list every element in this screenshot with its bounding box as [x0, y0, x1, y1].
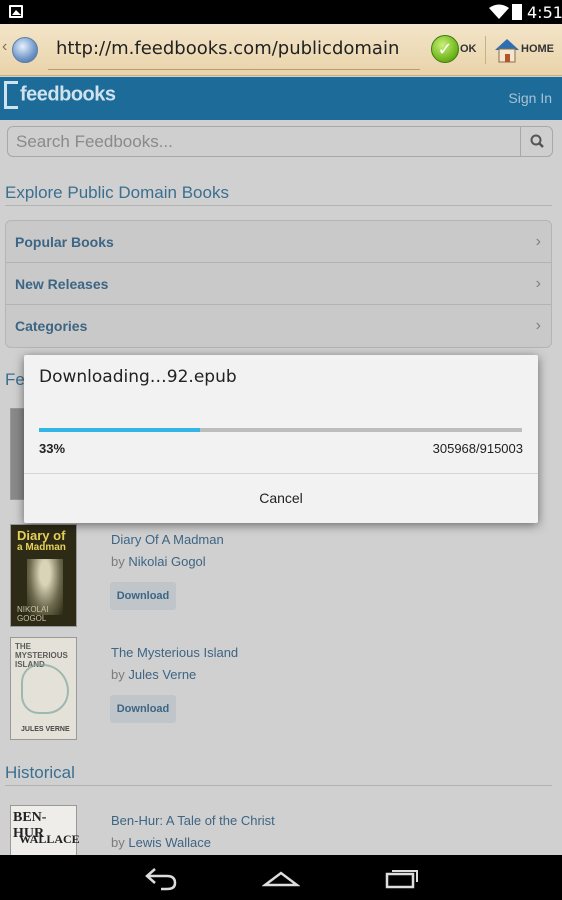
home-icon — [495, 39, 519, 63]
browser-toolbar: ‹ http://m.feedbooks.com/publicdomain ✓ … — [0, 24, 562, 76]
progress-count: 305968/915003 — [432, 441, 523, 456]
ok-button-label: OK — [460, 43, 477, 55]
book-title[interactable]: The Mysterious Island — [111, 645, 238, 660]
search-button[interactable] — [520, 127, 552, 156]
site-header: feedbooks Sign In — [0, 77, 562, 120]
book-author: by Lewis Wallace — [111, 835, 211, 850]
download-button[interactable]: Download — [110, 582, 176, 610]
cover-illustration — [21, 664, 69, 714]
search-bar: Search Feedbooks... — [7, 126, 553, 157]
url-field[interactable]: http://m.feedbooks.com/publicdomain — [48, 32, 420, 70]
nav-item-label: New Releases — [15, 276, 109, 292]
section-divider — [5, 785, 552, 786]
home-button[interactable]: HOME — [490, 34, 560, 66]
chevron-right-icon: › — [535, 317, 541, 334]
feedbooks-logo[interactable]: feedbooks — [4, 81, 116, 115]
chevron-right-icon: › — [535, 233, 541, 250]
book-item: THE MYSTERIOUS ISLAND JULES VERNE The My… — [0, 637, 562, 747]
nav-item-label: Popular Books — [15, 234, 114, 250]
back-arrow-icon[interactable]: ‹ — [2, 38, 7, 56]
book-cover[interactable]: Diary of a Madman NIKOLAI GOGOL — [10, 524, 77, 627]
chevron-right-icon: › — [535, 275, 541, 292]
section-title-explore: Explore Public Domain Books — [5, 183, 229, 202]
download-progress-dialog: Downloading…92.epub 33% 305968/915003 Ca… — [24, 355, 538, 523]
nav-item-popular-books[interactable]: Popular Books › — [6, 221, 551, 263]
search-icon — [530, 134, 544, 148]
nav-item-new-releases[interactable]: New Releases › — [6, 263, 551, 305]
search-input[interactable]: Search Feedbooks... — [16, 132, 173, 152]
home-nav-icon[interactable] — [262, 863, 300, 891]
section-divider — [5, 205, 552, 206]
toolbar-divider — [485, 36, 486, 64]
book-author: by Jules Verne — [111, 667, 197, 682]
status-bar: 4:51 — [0, 0, 562, 24]
download-button[interactable]: Download — [110, 695, 176, 723]
progress-bar — [39, 428, 522, 432]
dialog-title: Downloading…92.epub — [39, 367, 237, 387]
book-cover[interactable]: THE MYSTERIOUS ISLAND JULES VERNE — [10, 637, 77, 740]
battery-icon — [512, 4, 522, 20]
category-nav-list: Popular Books › New Releases › Categorie… — [5, 220, 552, 348]
book-item: Diary of a Madman NIKOLAI GOGOL Diary Of… — [0, 524, 562, 634]
sign-in-link[interactable]: Sign In — [508, 90, 552, 106]
ok-button[interactable]: ✓ OK — [431, 35, 481, 65]
system-nav-bar — [0, 855, 562, 900]
image-notification-icon — [9, 5, 23, 18]
wifi-icon — [489, 4, 509, 19]
checkmark-icon: ✓ — [431, 35, 459, 63]
home-button-label: HOME — [521, 43, 554, 55]
book-title[interactable]: Ben-Hur: A Tale of the Christ — [111, 813, 275, 828]
back-icon[interactable] — [143, 863, 179, 891]
book-item: BEN-HUR WALLACE Ben-Hur: A Tale of the C… — [0, 805, 562, 855]
section-title-historical: Historical — [5, 763, 75, 782]
nav-item-categories[interactable]: Categories › — [6, 305, 551, 347]
progress-bar-fill — [39, 428, 201, 432]
nav-item-label: Categories — [15, 318, 88, 334]
logo-mark-icon — [4, 81, 18, 109]
book-title[interactable]: Diary Of A Madman — [111, 532, 224, 547]
section-title-featured: Fe — [5, 370, 25, 389]
cancel-button[interactable]: Cancel — [24, 474, 538, 523]
clock: 4:51 — [527, 3, 562, 22]
recent-apps-icon[interactable] — [384, 863, 420, 891]
globe-icon[interactable] — [12, 37, 38, 63]
book-author: by Nikolai Gogol — [111, 554, 206, 569]
progress-percent: 33% — [39, 441, 66, 456]
book-cover[interactable]: BEN-HUR WALLACE — [10, 805, 80, 855]
